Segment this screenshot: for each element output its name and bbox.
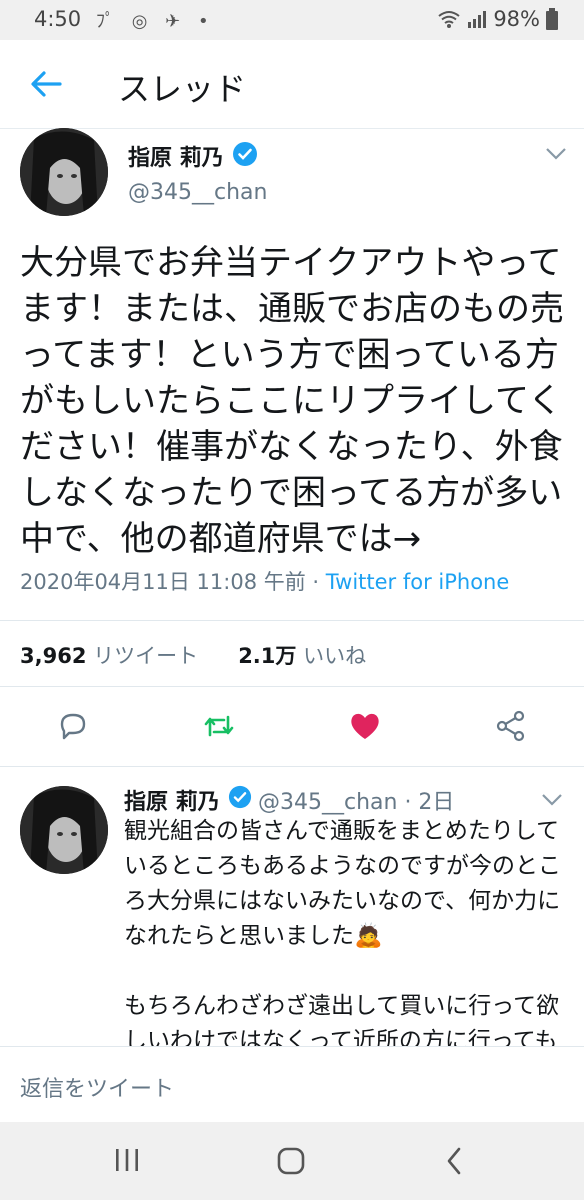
notification-icons: ﾌﾟ ◎ ✈ • (96, 11, 215, 32)
status-right: 98% (437, 7, 558, 31)
back-arrow-icon[interactable] (28, 68, 64, 100)
status-time: 4:50 (34, 7, 82, 31)
like-count[interactable]: 2.1万 (238, 644, 296, 668)
heart-icon[interactable] (348, 709, 382, 743)
divider (0, 766, 584, 767)
page-title: スレッド (118, 70, 247, 108)
reply-input[interactable]: 返信をツイート (20, 1071, 174, 1103)
reply-composer[interactable]: 返信をツイート (0, 1046, 584, 1123)
reply-paragraph: もちろんわざわざ遠出して買いに行って欲しいわけではなくって近所の方に行ってもらえ… (124, 993, 560, 1048)
author-name[interactable]: 指原 莉乃 (128, 140, 224, 172)
wifi-icon (438, 11, 460, 28)
reply-handle-time[interactable]: @345__chan · 2日 (258, 784, 454, 816)
reply-tweet[interactable]: 指原 莉乃 @345__chan · 2日 観光組合の皆さんで通販をまとめたりし… (0, 780, 584, 1048)
verified-icon (233, 142, 257, 166)
recent-apps-icon[interactable] (112, 1146, 142, 1174)
avatar[interactable] (20, 786, 108, 874)
reply-icon[interactable] (56, 709, 90, 743)
share-icon[interactable] (494, 709, 528, 743)
chevron-down-icon[interactable] (540, 792, 564, 808)
source-link[interactable]: Twitter for iPhone (326, 570, 510, 594)
retweet-label[interactable]: リツイート (93, 644, 198, 668)
home-icon[interactable] (276, 1146, 306, 1176)
author-handle[interactable]: @345__chan (128, 180, 267, 205)
status-bar: 4:50 ﾌﾟ ◎ ✈ • 98% (0, 0, 584, 40)
retweet-icon[interactable] (202, 709, 236, 743)
battery-icon (546, 8, 558, 30)
avatar-image (20, 128, 108, 216)
battery-percent: 98% (493, 7, 540, 31)
system-nav-bar (0, 1122, 584, 1200)
reply-text: 観光組合の皆さんで通販をまとめたりしているところもあるようなのですが今のところ大… (124, 814, 564, 1048)
chevron-down-icon[interactable] (544, 146, 568, 162)
like-label[interactable]: いいね (303, 644, 366, 668)
divider (0, 686, 584, 687)
back-nav-icon[interactable] (444, 1146, 464, 1176)
timestamp: 2020年04月11日 11:08 午前 · (20, 570, 326, 594)
avatar[interactable] (20, 128, 108, 216)
app-bar: スレッド (0, 40, 584, 129)
reply-author-name[interactable]: 指原 莉乃 (124, 784, 220, 816)
divider (0, 620, 584, 621)
tweet-meta: 2020年04月11日 11:08 午前 · Twitter for iPhon… (20, 566, 509, 596)
tweet-text: 大分県でお弁当テイクアウトやってます！または、通販でお店のもの売ってます！という… (20, 243, 564, 559)
verified-icon (228, 785, 252, 809)
signal-icon (468, 11, 487, 28)
engagement-stats: 3,962 リツイート 2.1万 いいね (20, 640, 366, 670)
retweet-count[interactable]: 3,962 (20, 644, 86, 668)
reply-paragraph: 観光組合の皆さんで通販をまとめたりしているところもあるようなのですが今のところ大… (124, 818, 561, 949)
avatar-image (20, 786, 108, 874)
